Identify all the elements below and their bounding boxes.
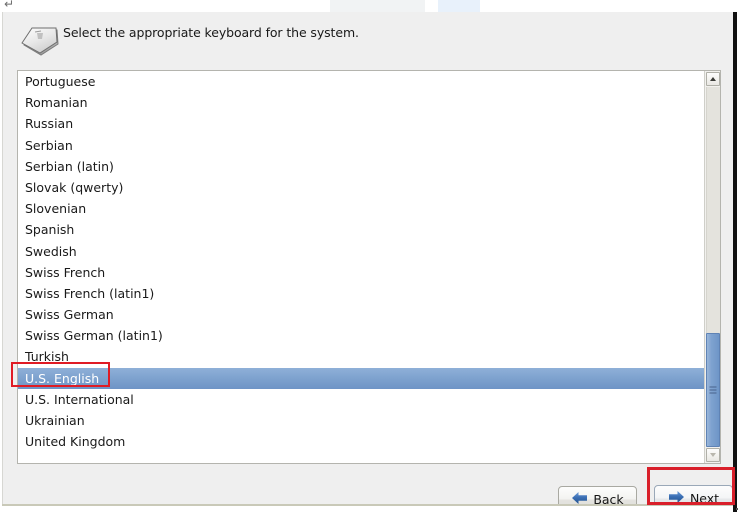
list-item[interactable]: Romanian <box>18 92 706 113</box>
chevron-down-icon[interactable] <box>706 448 720 462</box>
list-item[interactable]: Ukrainian <box>18 410 706 431</box>
keyboard-selection-dialog: Select the appropriate keyboard for the … <box>2 12 734 513</box>
keyboard-key-icon <box>17 24 63 60</box>
background-tint-gray <box>330 0 425 12</box>
list-item[interactable]: Turkish <box>18 346 706 367</box>
list-item[interactable]: Swiss German <box>18 304 706 325</box>
list-item[interactable]: Portuguese <box>18 71 706 92</box>
keyboard-layout-list[interactable]: Portuguese Romanian Russian Serbian Serbian … <box>17 70 721 464</box>
list-item[interactable]: Slovenian <box>18 198 706 219</box>
window-right-edge <box>733 12 737 512</box>
list-item[interactable]: Russian <box>18 113 706 134</box>
list-item[interactable]: Swiss French (latin1) <box>18 283 706 304</box>
chevron-up-icon[interactable] <box>706 72 720 86</box>
dialog-header: Select the appropriate keyboard for the … <box>3 12 734 66</box>
list-scrollbar[interactable] <box>704 71 720 463</box>
list-item[interactable]: Serbian <box>18 135 706 156</box>
corner-marker <box>736 508 738 510</box>
list-item[interactable]: Swiss German (latin1) <box>18 325 706 346</box>
top-background-strip: ↵ <box>0 0 741 12</box>
list-items-container: Portuguese Romanian Russian Serbian Serbian … <box>18 71 706 463</box>
list-item[interactable]: Swedish <box>18 241 706 262</box>
return-symbol: ↵ <box>4 0 15 11</box>
scrollbar-thumb[interactable] <box>706 333 720 447</box>
background-tint-blue <box>438 0 480 12</box>
list-item[interactable]: U.S. English <box>18 367 706 389</box>
list-item[interactable]: U.S. International <box>18 389 706 410</box>
list-item[interactable]: Swiss French <box>18 262 706 283</box>
dialog-instruction-text: Select the appropriate keyboard for the … <box>63 25 359 40</box>
list-item[interactable]: Slovak (qwerty) <box>18 177 706 198</box>
list-item[interactable]: Serbian (latin) <box>18 156 706 177</box>
bottom-background-strip <box>2 506 733 516</box>
scroll-down-arrow <box>710 453 716 457</box>
list-item[interactable]: Spanish <box>18 219 706 240</box>
scrollbar-grip <box>709 386 717 394</box>
list-item[interactable]: United Kingdom <box>18 431 706 452</box>
scroll-up-arrow <box>710 77 716 81</box>
